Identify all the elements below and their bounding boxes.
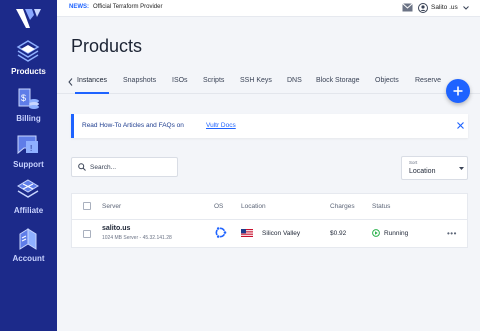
ubuntu-icon <box>215 226 227 239</box>
sidebar: Products $ Billing ! Support Affiliate A… <box>0 0 57 331</box>
table-header-divider <box>72 219 467 220</box>
instances-table: Server OS Location Charges Status salito… <box>71 193 468 248</box>
tab-ssh-keys[interactable]: SSH Keys <box>240 77 272 84</box>
us-flag-icon <box>241 229 253 237</box>
sort-label: Sort <box>409 160 418 165</box>
vultr-logo-icon[interactable] <box>14 6 42 32</box>
sidebar-item-label: Affiliate <box>13 206 44 215</box>
column-header-server[interactable]: Server <box>102 203 121 210</box>
chevron-left-icon[interactable] <box>68 78 73 86</box>
support-icon: ! <box>17 135 38 155</box>
sidebar-item-label: Products <box>11 67 46 76</box>
tab-block-storage[interactable]: Block Storage <box>316 77 360 84</box>
running-status-icon <box>372 229 380 237</box>
sidebar-item-label: Account <box>12 254 45 263</box>
vultr-docs-link[interactable]: Vultr Docs <box>206 122 236 129</box>
billing-icon: $ <box>18 88 39 109</box>
tab-isos[interactable]: ISOs <box>172 77 188 84</box>
server-name[interactable]: salito.us <box>102 225 130 232</box>
sort-value: Location <box>409 168 436 175</box>
banner-text: Read How-To Articles and FAQs on <box>82 122 184 129</box>
sidebar-item-account[interactable]: Account <box>0 226 57 272</box>
tab-objects[interactable]: Objects <box>375 77 399 84</box>
more-options-icon[interactable]: ••• <box>447 229 457 238</box>
server-status: Running <box>384 230 409 237</box>
select-all-checkbox[interactable] <box>83 202 91 210</box>
user-avatar-icon[interactable] <box>418 3 428 13</box>
plus-icon <box>453 86 463 96</box>
svg-text:$: $ <box>21 93 26 103</box>
tab-snapshots[interactable]: Snapshots <box>123 77 156 84</box>
tab-instances[interactable]: Instances <box>77 77 107 84</box>
chevron-down-icon <box>459 167 464 170</box>
info-banner: Read How-To Articles and FAQs on Vultr D… <box>71 114 468 138</box>
close-icon[interactable] <box>457 122 464 129</box>
server-details: 1024 MB Server - 45.32.141.28 <box>102 235 172 241</box>
svg-text:!: ! <box>30 144 32 153</box>
tab-dns[interactable]: DNS <box>287 77 302 84</box>
news-label: NEWS: <box>69 4 89 10</box>
chevron-down-icon[interactable] <box>463 6 469 10</box>
deploy-button[interactable] <box>446 79 470 103</box>
search-icon <box>78 163 86 171</box>
row-checkbox[interactable] <box>83 230 91 238</box>
active-tab-indicator <box>75 92 109 94</box>
top-bar: NEWS: Official Terraform Provider Salito… <box>57 0 480 17</box>
search-box <box>71 157 178 177</box>
mail-icon[interactable] <box>402 3 413 12</box>
tab-reserved[interactable]: Reserve <box>415 77 441 84</box>
page-title: Products <box>71 36 143 56</box>
account-icon <box>19 228 37 250</box>
sidebar-item-billing[interactable]: $ Billing <box>0 86 57 132</box>
sidebar-item-products[interactable]: Products <box>0 39 57 85</box>
server-charges: $0.92 <box>330 230 347 237</box>
product-tabs: Instances Snapshots ISOs Scripts SSH Key… <box>57 72 480 94</box>
sort-select[interactable]: Sort Location <box>401 156 468 180</box>
user-name[interactable]: Salito .us <box>431 4 458 11</box>
column-header-location[interactable]: Location <box>241 203 266 210</box>
sidebar-item-label: Billing <box>16 114 41 123</box>
sidebar-item-label: Support <box>13 160 44 169</box>
sidebar-item-affiliate[interactable]: Affiliate <box>0 178 57 224</box>
sidebar-item-support[interactable]: ! Support <box>0 132 57 178</box>
column-header-status[interactable]: Status <box>372 203 390 210</box>
news-link[interactable]: Official Terraform Provider <box>93 4 162 10</box>
column-header-charges[interactable]: Charges <box>330 203 355 210</box>
tab-scripts[interactable]: Scripts <box>203 77 224 84</box>
search-input[interactable] <box>90 161 174 173</box>
column-header-os[interactable]: OS <box>214 203 223 210</box>
products-icon <box>16 40 40 62</box>
server-location: Silicon Valley <box>262 230 301 237</box>
affiliate-icon <box>17 179 39 198</box>
